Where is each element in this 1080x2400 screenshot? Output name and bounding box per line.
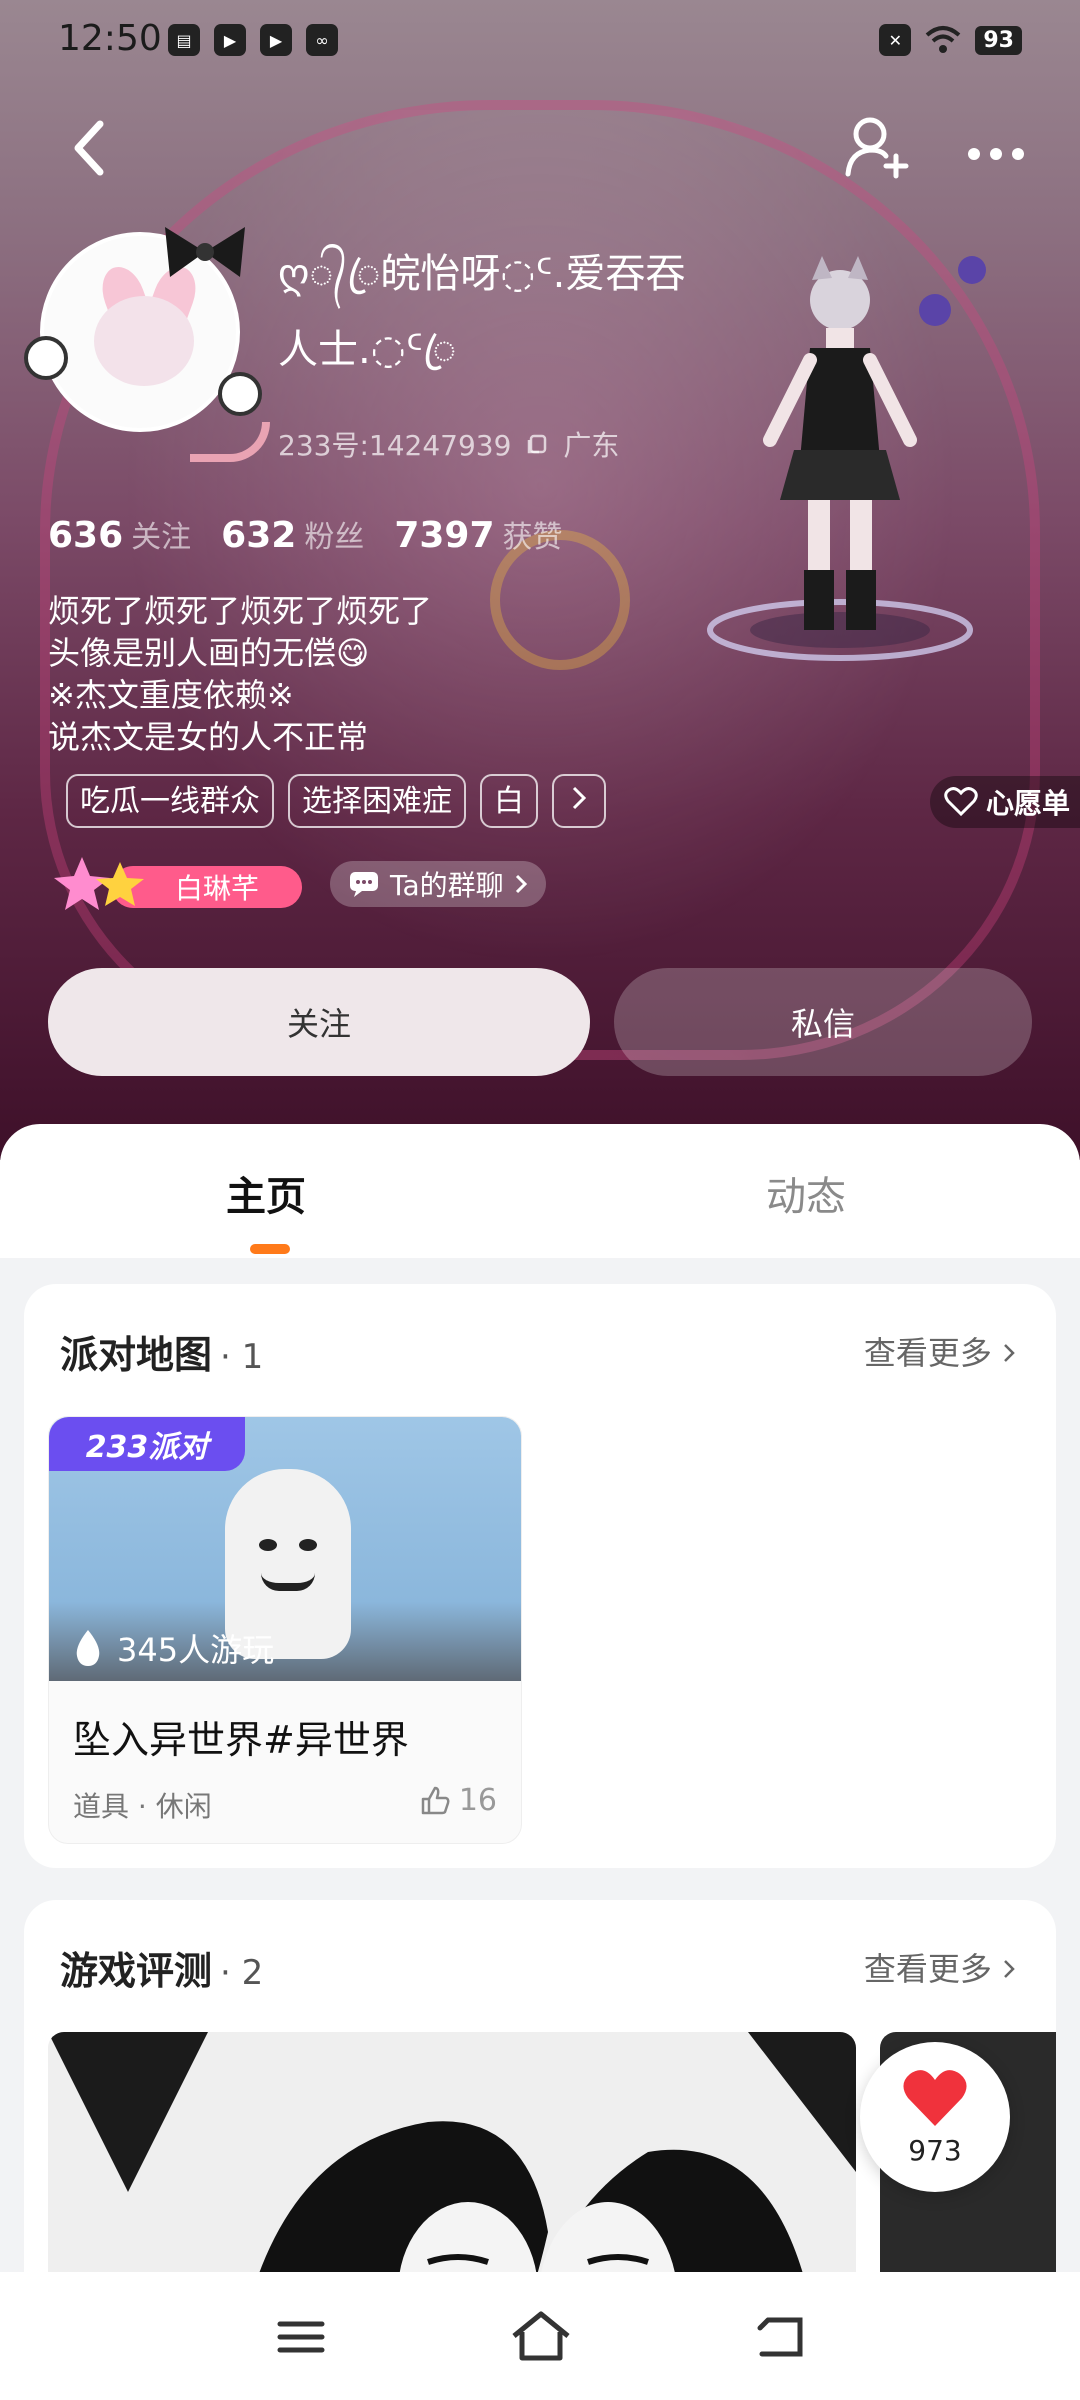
like-count: 973 xyxy=(908,2133,962,2167)
link-icon: ∞ xyxy=(306,24,338,56)
wishlist-label: 心愿单 xyxy=(986,787,1071,820)
back-arrow-icon xyxy=(757,2317,803,2357)
home-button[interactable] xyxy=(506,2302,576,2372)
thumbs-up-icon xyxy=(421,1786,450,1814)
bio-line: 说杰文是女的人不正常 xyxy=(48,718,369,756)
map-name: 坠入异世界#异世界 xyxy=(73,1718,409,1762)
group-chat-label: Ta的群聊 xyxy=(390,869,504,902)
notification-icons: ▤ ▶ ▶ ∞ xyxy=(168,24,338,56)
stat-likes[interactable]: 7397 获赞 xyxy=(394,512,562,556)
friend-badge[interactable]: 白琳芊 xyxy=(52,857,302,910)
group-chat-button[interactable]: Ta的群聊 xyxy=(330,861,546,907)
map-thumbnail: 233派对 345人游玩 xyxy=(49,1417,521,1681)
tab-activity[interactable]: 动态 xyxy=(766,1164,846,1222)
stat-following[interactable]: 636 关注 xyxy=(48,512,191,556)
back-nav-button[interactable] xyxy=(746,2302,816,2372)
follow-button[interactable]: 关注 xyxy=(48,968,590,1076)
username: ღ᭄ꦿ皖怡呀◌ᑦ.爱吞吞人士.◌ᑦꦿ xyxy=(278,251,686,373)
more-options-button[interactable] xyxy=(966,128,1026,168)
location: 广东 xyxy=(563,429,620,462)
system-navigation-bar xyxy=(0,2272,1080,2400)
tag-chip[interactable]: 选择困难症 xyxy=(288,774,466,828)
brand-badge: 233派对 xyxy=(49,1417,245,1471)
party-map-card[interactable]: 233派对 345人游玩 坠入异世界#异世界 道具 · 休闲 16 xyxy=(48,1416,522,1844)
chevron-right-icon xyxy=(572,786,587,810)
section-title: 游戏评测 · 2 xyxy=(60,1949,264,1993)
status-time: 12:50 xyxy=(58,18,162,59)
tag-chip[interactable]: 白 xyxy=(480,774,538,828)
tag-chip[interactable]: 吃瓜一线群众 xyxy=(66,774,274,828)
user-id: 233号:14247939 xyxy=(278,429,512,462)
battery-indicator: 93 xyxy=(975,25,1022,55)
tab-indicator xyxy=(250,1244,290,1254)
message-icon: ▤ xyxy=(168,24,200,56)
bio-line: 烦死了烦死了烦死了烦死了 xyxy=(48,592,433,630)
avatar[interactable] xyxy=(24,227,270,462)
system-icons: ✕ 93 xyxy=(879,24,1022,56)
bio: 烦死了烦死了烦死了烦死了 头像是别人画的无偿😋 ※杰文重度依赖※ 说杰文是女的人… xyxy=(48,590,608,758)
copy-icon[interactable] xyxy=(525,432,549,456)
stars-icon xyxy=(54,857,144,910)
video-app-icon: ▶ xyxy=(214,24,246,56)
heart-outline-icon xyxy=(944,787,978,817)
tab-bar: 主页 动态 xyxy=(0,1124,1080,1258)
stat-followers[interactable]: 632 粉丝 xyxy=(221,512,364,556)
chat-icon xyxy=(350,872,378,897)
sim-icon: ✕ xyxy=(879,24,912,56)
profile-stats: 636 关注 632 粉丝 7397 获赞 xyxy=(48,512,563,556)
wifi-icon xyxy=(926,26,961,53)
heart-icon xyxy=(903,2069,967,2126)
interest-tags: 吃瓜一线群众 选择困难症 白 xyxy=(66,774,606,828)
paw-decoration-icon xyxy=(218,372,262,416)
paw-decoration-icon xyxy=(24,336,68,380)
status-bar: 12:50 ▤ ▶ ▶ ∞ ✕ 93 xyxy=(0,0,1080,84)
map-category: 道具 · 休闲 xyxy=(73,1790,212,1823)
home-icon xyxy=(512,2311,570,2361)
player-count: 345人游玩 xyxy=(73,1625,274,1671)
bio-line: 头像是别人画的无偿😋 xyxy=(48,634,370,672)
like-floating-button[interactable]: 973 xyxy=(860,2042,1010,2192)
play-icon: ▶ xyxy=(260,24,292,56)
chevron-right-icon xyxy=(515,874,527,894)
chevron-right-icon xyxy=(1004,1344,1015,1362)
see-more-button[interactable]: 查看更多 xyxy=(864,1328,1016,1374)
chevron-right-icon xyxy=(1004,1960,1015,1978)
avatar-3d-character[interactable] xyxy=(690,250,990,670)
see-more-button[interactable]: 查看更多 xyxy=(864,1944,1016,1990)
uid-line: 233号:14247939 广东 xyxy=(278,424,619,464)
flame-icon xyxy=(76,1630,100,1666)
back-button[interactable] xyxy=(70,118,124,178)
more-tags-button[interactable] xyxy=(552,774,606,828)
map-likes: 16 xyxy=(419,1783,497,1818)
tab-home[interactable]: 主页 xyxy=(226,1164,306,1222)
chevron-left-icon xyxy=(74,120,104,176)
wishlist-button[interactable]: 心愿单 xyxy=(930,776,1080,828)
section-title: 派对地图 · 1 xyxy=(60,1333,264,1377)
add-friend-button[interactable] xyxy=(842,112,912,182)
bio-line: ※杰文重度依赖※ xyxy=(48,676,294,714)
party-maps-section: 派对地图 · 1 查看更多 233派对 345人游玩 坠入异世界#异世界 道具 ·… xyxy=(24,1284,1056,1868)
bow-decoration-icon xyxy=(165,227,245,277)
recent-apps-button[interactable] xyxy=(266,2302,336,2372)
badge-row: 白琳芊 Ta的群聊 xyxy=(52,857,546,910)
add-person-icon xyxy=(845,117,909,179)
more-dots-icon xyxy=(968,148,1024,160)
message-button[interactable]: 私信 xyxy=(614,968,1032,1076)
menu-icon xyxy=(277,2321,325,2353)
